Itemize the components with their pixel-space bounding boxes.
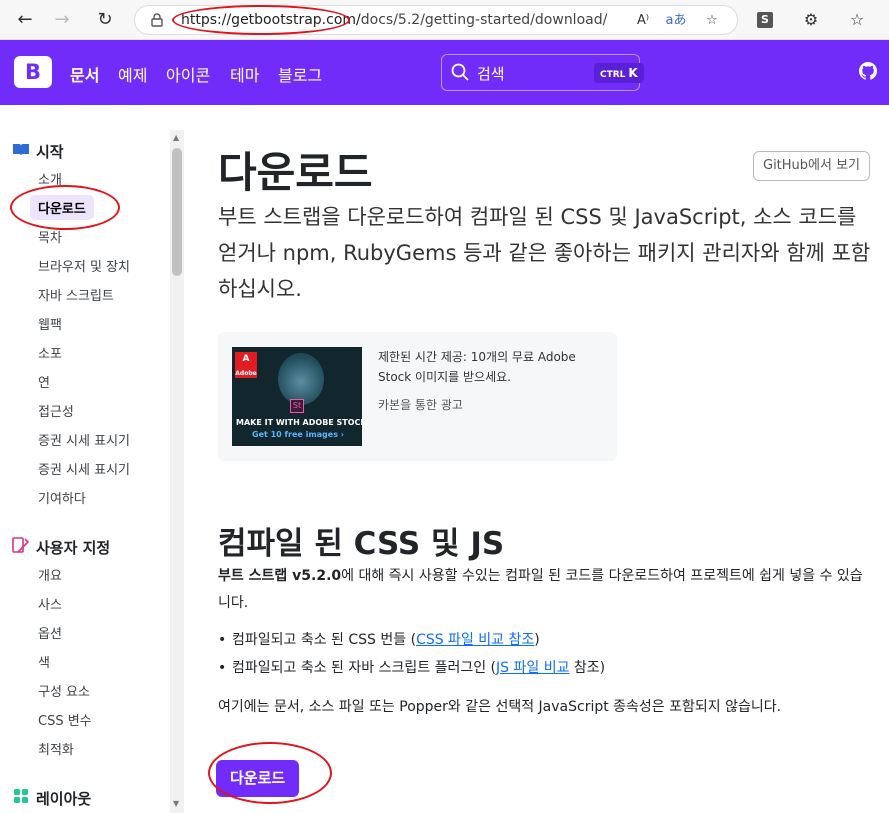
sidebar-group-getting-started[interactable]: 시작 bbox=[12, 141, 64, 162]
add-favorite-icon[interactable]: ☆ bbox=[701, 10, 723, 32]
carbon-ad[interactable]: A Adobe St MAKE IT WITH ADOBE STOCK. Get … bbox=[218, 332, 617, 461]
sidebar-group-customize[interactable]: 사용자 지정 bbox=[12, 537, 110, 558]
lock-icon bbox=[151, 13, 163, 27]
palette-icon bbox=[12, 537, 30, 553]
scroll-down-icon[interactable]: ▼ bbox=[173, 799, 179, 808]
search-icon bbox=[451, 63, 469, 81]
nav-docs[interactable]: 문서 bbox=[70, 62, 99, 86]
extension-s-icon[interactable]: S bbox=[757, 12, 773, 28]
sidebar-item-parcel[interactable]: 소포 bbox=[38, 343, 62, 362]
url-text: https://getbootstrap.com/docs/5.2/gettin… bbox=[181, 12, 608, 28]
refresh-icon[interactable]: ↻ bbox=[93, 8, 117, 32]
github-icon[interactable] bbox=[859, 62, 877, 80]
page-title: 다운로드 bbox=[218, 148, 373, 197]
sidebar-item-javascript[interactable]: 자바 스크립트 bbox=[38, 285, 114, 304]
bootstrap-logo[interactable]: B bbox=[14, 56, 52, 88]
translate-icon[interactable]: aあ bbox=[665, 10, 687, 32]
nav-icons[interactable]: 아이콘 bbox=[166, 62, 210, 86]
adobe-logo: A Adobe bbox=[235, 352, 257, 378]
docs-sidebar: 시작 소개 다운로드 목차 브라우저 및 장치 자바 스크립트 웹팩 소포 연 … bbox=[0, 105, 170, 813]
scrollbar-thumb[interactable] bbox=[172, 148, 182, 276]
grid-icon bbox=[14, 789, 28, 803]
favorites-icon[interactable]: ☆ bbox=[845, 8, 869, 32]
sidebar-item-contents[interactable]: 목차 bbox=[38, 227, 62, 246]
browser-toolbar: ← → ↻ https://getbootstrap.com/docs/5.2/… bbox=[0, 0, 889, 40]
search-input[interactable]: 검색 CTRL K bbox=[441, 54, 644, 91]
sidebar-group-layout[interactable]: 레이아웃 bbox=[12, 788, 91, 809]
page-lead: 부트 스트랩을 다운로드하여 컴파일 된 CSS 및 JavaScript, 소… bbox=[218, 205, 871, 301]
view-on-github-button[interactable]: GitHub에서 보기 bbox=[753, 151, 871, 181]
sidebar-item-color[interactable]: 색 bbox=[38, 652, 50, 671]
section-title: 컴파일 된 CSS 및 JS bbox=[218, 526, 505, 562]
nav-examples[interactable]: 예제 bbox=[118, 62, 147, 86]
sidebar-item-rfs[interactable]: 증권 시세 표시기 bbox=[38, 430, 130, 449]
ad-credit[interactable]: 카본을 통한 광고 bbox=[378, 396, 463, 413]
ad-caption: MAKE IT WITH ADOBE STOCK. bbox=[236, 418, 362, 427]
sidebar-item-overview[interactable]: 개요 bbox=[38, 565, 62, 584]
sidebar-item-options[interactable]: 옵션 bbox=[38, 623, 62, 642]
ad-portrait bbox=[278, 353, 324, 405]
sidebar-item-download[interactable]: 다운로드 bbox=[30, 195, 94, 220]
note-paragraph: 여기에는 문서, 소스 파일 또는 Popper와 같은 선택적 JavaScr… bbox=[218, 699, 782, 715]
sidebar-item-browsers[interactable]: 브라우저 및 장치 bbox=[38, 256, 130, 275]
sidebar-item-css-variables[interactable]: CSS 변수 bbox=[38, 710, 92, 729]
ad-image[interactable]: A Adobe St MAKE IT WITH ADOBE STOCK. Get … bbox=[232, 347, 362, 446]
read-aloud-icon[interactable]: A⁾ bbox=[632, 10, 654, 32]
css-compare-link[interactable]: CSS 파일 비교 참조 bbox=[416, 632, 534, 648]
ad-cta: Get 10 free images › bbox=[252, 430, 345, 439]
sidebar-item-rtl[interactable]: 증권 시세 표시기 bbox=[38, 459, 130, 478]
book-icon bbox=[13, 144, 29, 156]
sidebar-item-contribute[interactable]: 기여하다 bbox=[38, 488, 86, 507]
nav-themes[interactable]: 테마 bbox=[230, 62, 259, 86]
search-placeholder: 검색 bbox=[477, 65, 505, 83]
download-button[interactable]: 다운로드 bbox=[216, 760, 300, 797]
js-compare-link[interactable]: JS 파일 비교 bbox=[496, 660, 569, 676]
address-bar[interactable]: https://getbootstrap.com/docs/5.2/gettin… bbox=[134, 5, 738, 35]
search-shortcut: CTRL K bbox=[594, 63, 644, 83]
list-item: 컴파일되고 축소 된 자바 스크립트 플러그인 (JS 파일 비교 참조) bbox=[218, 654, 874, 682]
sidebar-item-components[interactable]: 구성 요소 bbox=[38, 681, 90, 700]
list-item: 컴파일되고 축소 된 CSS 번들 (CSS 파일 비교 참조) bbox=[218, 626, 874, 654]
main-content: GitHub에서 보기 다운로드 부트 스트랩을 다운로드하여 컴파일 된 CS… bbox=[200, 105, 889, 813]
file-list: 컴파일되고 축소 된 CSS 번들 (CSS 파일 비교 참조) 컴파일되고 축… bbox=[218, 626, 874, 682]
ad-text[interactable]: 제한된 시간 제공: 10개의 무료 Adobe Stock 이미지를 받으세요… bbox=[378, 347, 608, 387]
sidebar-item-webpack[interactable]: 웹팩 bbox=[38, 314, 62, 333]
site-header: B 문서 예제 아이콘 테마 블로그 검색 CTRL K bbox=[0, 40, 889, 105]
sidebar-item-intro[interactable]: 소개 bbox=[38, 169, 62, 188]
intro-paragraph: 부트 스트랩 v5.2.0에 대해 즉시 사용할 수있는 컴파일 된 코드를 다… bbox=[218, 568, 863, 611]
sidebar-item-accessibility[interactable]: 접근성 bbox=[38, 401, 74, 420]
sidebar-item-optimize[interactable]: 최적화 bbox=[38, 739, 74, 758]
extensions-icon[interactable]: ⚙ bbox=[799, 8, 823, 32]
nav-blog[interactable]: 블로그 bbox=[278, 62, 322, 86]
back-icon[interactable]: ← bbox=[13, 8, 37, 32]
adobe-stock-badge: St bbox=[290, 399, 304, 413]
scroll-up-icon[interactable]: ▲ bbox=[173, 133, 179, 142]
sidebar-item-vite[interactable]: 연 bbox=[38, 372, 50, 391]
sidebar-item-sass[interactable]: 사스 bbox=[38, 594, 62, 613]
sidebar-scrollbar[interactable]: ▲ ▼ bbox=[170, 130, 184, 813]
forward-icon[interactable]: → bbox=[50, 8, 74, 32]
